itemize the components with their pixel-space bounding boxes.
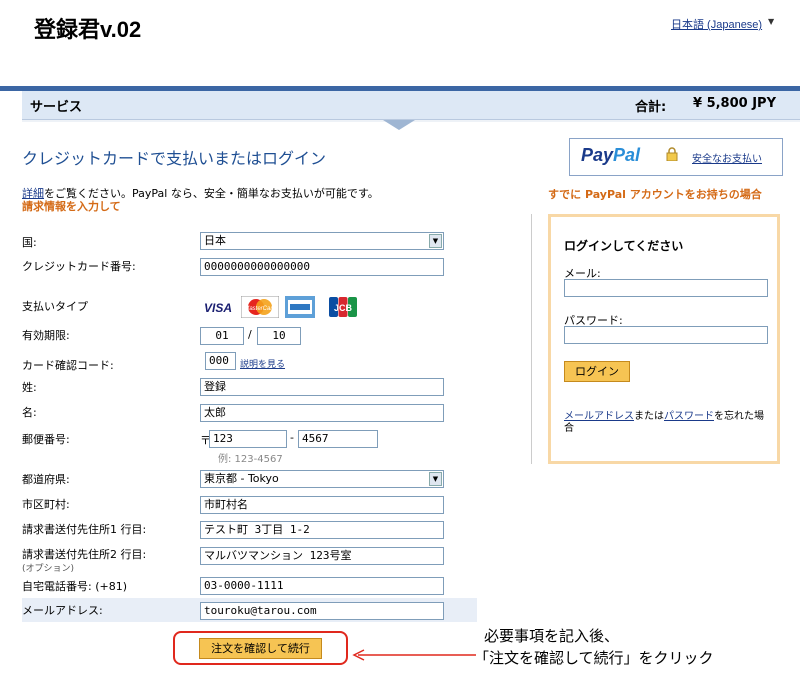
address2-label: 請求書送付先住所2 行目: bbox=[22, 548, 147, 561]
service-label: サービス bbox=[30, 100, 83, 115]
postal-label: 郵便番号: bbox=[22, 433, 70, 446]
paypal-logo: PayPal bbox=[581, 145, 641, 165]
card-number-input[interactable]: 0000000000000000 bbox=[200, 258, 444, 276]
forgot-credentials: メールアドレスまたはパスワードを忘れた場合 bbox=[564, 411, 764, 434]
annotation-line-2: 「注文を確認して続行」をクリック bbox=[474, 649, 714, 667]
postal-example: 例: 123-4567 bbox=[218, 454, 283, 465]
jcb-icon: JCB bbox=[329, 297, 357, 317]
phone-label: 自宅電話番号: (+81) bbox=[22, 580, 127, 593]
chevron-down-icon[interactable]: ▼ bbox=[768, 17, 774, 26]
arrow-left-icon bbox=[352, 649, 476, 661]
email-label: メールアドレス: bbox=[22, 604, 103, 617]
submit-button[interactable]: 注文を確認して続行 bbox=[199, 638, 322, 659]
secure-payment-link[interactable]: 安全なお支払い bbox=[692, 150, 762, 165]
email-input[interactable]: touroku@tarou.com bbox=[200, 602, 444, 620]
app-title: 登録君v.02 bbox=[34, 17, 142, 42]
svg-text:MasterCard: MasterCard bbox=[244, 306, 276, 312]
already-account-label: すでに PayPal アカウントをお持ちの場合 bbox=[548, 188, 762, 201]
lock-icon bbox=[666, 147, 678, 161]
svg-text:JCB: JCB bbox=[334, 303, 353, 313]
postal-code-1-input[interactable]: 123 bbox=[209, 430, 287, 448]
login-title: ログインしてください bbox=[564, 239, 684, 253]
cvv-help-link[interactable]: 説明を見る bbox=[240, 357, 285, 370]
last-name-label: 姓: bbox=[22, 381, 37, 394]
forgot-password-link[interactable]: パスワード bbox=[664, 411, 714, 422]
country-label: 国: bbox=[22, 236, 37, 249]
service-bar bbox=[22, 91, 800, 120]
address1-label: 請求書送付先住所1 行目: bbox=[22, 523, 147, 536]
first-name-label: 名: bbox=[22, 406, 37, 419]
phone-input[interactable]: 03-0000-1111 bbox=[200, 577, 444, 595]
vertical-divider bbox=[531, 214, 532, 464]
address1-input[interactable]: テスト町 3丁目 1-2 bbox=[200, 521, 444, 539]
card-number-label: クレジットカード番号: bbox=[22, 260, 136, 273]
language-selector[interactable]: 日本語 (Japanese) bbox=[671, 16, 762, 32]
triangle-down-icon bbox=[383, 120, 415, 130]
city-input[interactable]: 市町村名 bbox=[200, 496, 444, 514]
billing-title: 請求情報を入力して bbox=[22, 200, 121, 213]
login-button[interactable]: ログイン bbox=[564, 361, 630, 382]
page-title: クレジットカードで支払いまたはログイン bbox=[22, 149, 327, 168]
prefecture-select[interactable]: 東京都 - Tokyo ▼ bbox=[200, 470, 444, 488]
cvv-label: カード確認コード: bbox=[22, 359, 114, 372]
prefecture-label: 都道府県: bbox=[22, 473, 70, 486]
expiry-year-input[interactable]: 10 bbox=[257, 327, 301, 345]
login-email-input[interactable] bbox=[564, 279, 768, 297]
visa-icon: VISA bbox=[199, 296, 237, 318]
total-label: 合計: bbox=[635, 100, 667, 115]
chevron-down-icon: ▼ bbox=[429, 234, 442, 248]
forgot-email-link[interactable]: メールアドレス bbox=[564, 411, 634, 422]
expiry-separator: / bbox=[248, 328, 252, 341]
last-name-input[interactable]: 登録 bbox=[200, 378, 444, 396]
annotation-line-1: 必要事項を記入後、 bbox=[484, 627, 620, 645]
cvv-input[interactable]: 000 bbox=[205, 352, 236, 370]
postal-separator: - bbox=[290, 431, 294, 444]
expiry-label: 有効期限: bbox=[22, 329, 70, 342]
svg-text:VISA: VISA bbox=[204, 301, 232, 315]
login-password-input[interactable] bbox=[564, 326, 768, 344]
chevron-down-icon: ▼ bbox=[429, 472, 442, 486]
mastercard-icon: MasterCard bbox=[241, 296, 279, 318]
expiry-month-input[interactable]: 01 bbox=[200, 327, 244, 345]
payment-type-label: 支払いタイプ bbox=[22, 300, 88, 313]
city-label: 市区町村: bbox=[22, 498, 70, 511]
address2-input[interactable]: マルバツマンション 123号室 bbox=[200, 547, 444, 565]
first-name-input[interactable]: 太郎 bbox=[200, 404, 444, 422]
address2-optional-note: (オプション) bbox=[22, 564, 75, 574]
postal-code-2-input[interactable]: 4567 bbox=[298, 430, 378, 448]
total-value: ¥ 5,800 JPY bbox=[693, 96, 776, 111]
amex-icon bbox=[285, 296, 315, 318]
country-select[interactable]: 日本 ▼ bbox=[200, 232, 444, 250]
